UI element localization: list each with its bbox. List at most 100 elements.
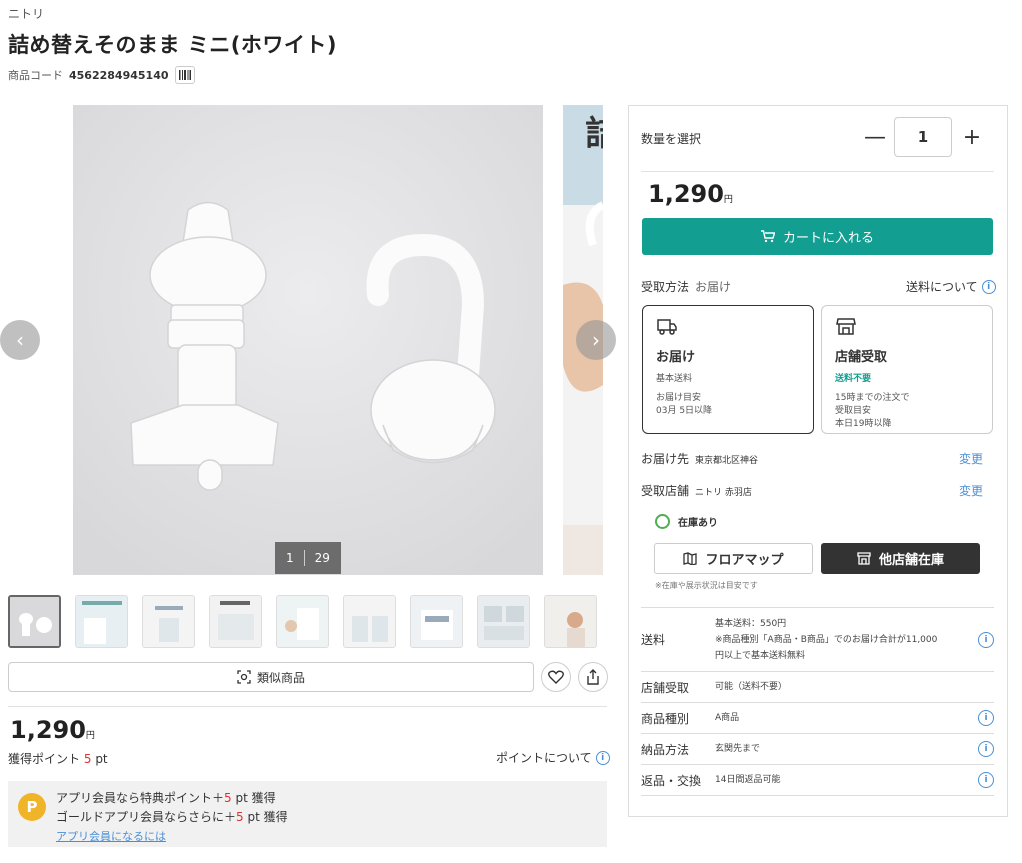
spec-value: 玄関先まで	[715, 744, 761, 754]
chevron-left-icon[interactable]: ‹	[0, 320, 40, 360]
thumbnail[interactable]	[343, 595, 396, 648]
change-destination-link[interactable]: 変更	[959, 450, 983, 467]
destination-row: お届け先 東京都北区神谷	[641, 450, 758, 467]
thumbnail[interactable]	[8, 595, 61, 648]
spec-key: 返品・交換	[641, 773, 702, 788]
svg-text:詰: 詰	[585, 114, 603, 154]
plus-button[interactable]: +	[962, 125, 982, 150]
floor-map-button[interactable]: フロアマップ	[654, 543, 813, 574]
pickup-line1: 15時までの注文で	[835, 393, 910, 403]
image-counter-current: 1	[286, 551, 294, 565]
spec-value: 円以上で基本送料無料	[715, 650, 806, 661]
divider	[641, 171, 994, 172]
info-icon: i	[981, 279, 996, 294]
stock-circle-icon	[655, 514, 670, 529]
spec-row-delivery-method: 納品方法 玄関先まで i	[641, 733, 994, 764]
price-value: 1,290	[10, 716, 86, 744]
app-line2-value: 5	[236, 810, 244, 824]
spec-row-shipping: 送料 基本送料：550円 ※商品種別「A商品・B商品」でのお届け合計が11,000…	[641, 607, 994, 671]
product-title: 詰め替えそのまま ミニ(ホワイト)	[8, 33, 338, 57]
quantity-label: 数量を選択	[641, 132, 702, 146]
destination-value: 東京都北区神谷	[695, 456, 759, 466]
spec-value: ※商品種別「A商品・B商品」でのお届け合計が11,000	[715, 634, 938, 645]
info-icon[interactable]: i	[978, 710, 994, 726]
points-unit: pt	[95, 752, 108, 766]
thumbnail[interactable]	[142, 595, 195, 648]
divider	[8, 706, 607, 707]
price: 1,290円	[10, 716, 95, 744]
receive-method-value: お届け	[695, 280, 732, 294]
thumbnail[interactable]	[410, 595, 463, 648]
info-icon[interactable]: i	[978, 631, 994, 648]
thumbnail[interactable]	[477, 595, 530, 648]
share-button[interactable]	[578, 662, 608, 692]
image-counter-total: 29	[314, 551, 330, 565]
store-pickup-option-card[interactable]: 店舗受取 送料不要 15時までの注文で 受取目安 本日19時以降	[821, 305, 993, 434]
thumbnail[interactable]	[276, 595, 329, 648]
quantity-input[interactable]: 1	[894, 117, 952, 157]
app-member-link[interactable]: アプリ会員になるには	[56, 830, 166, 843]
barcode-icon[interactable]	[174, 66, 195, 84]
brand-name: ニトリ	[8, 7, 45, 21]
thumbnail[interactable]	[209, 595, 262, 648]
panel-price-value: 1,290	[648, 180, 724, 208]
app-line2-prefix: ゴールドアプリ会員ならさらに＋	[56, 810, 237, 824]
points-info-label: ポイントについて	[496, 751, 592, 765]
spec-value: 可能（送料不要）	[715, 682, 788, 692]
favorite-button[interactable]	[541, 662, 571, 692]
app-member-box: P アプリ会員なら特典ポイント＋5 pt 獲得 ゴールドアプリ会員ならさらに＋5…	[8, 781, 607, 847]
stock-note: ※在庫や展示状況は目安です	[655, 581, 758, 590]
shipping-info-label: 送料について	[906, 280, 978, 294]
thumbnail[interactable]	[544, 595, 597, 648]
minus-button[interactable]: —	[864, 125, 886, 150]
shipping-info-link[interactable]: 送料について i	[906, 278, 996, 295]
app-line2-suffix: pt 獲得	[243, 810, 288, 824]
pickup-line3: 本日19時以降	[835, 419, 892, 429]
pickup-line2: 受取目安	[835, 406, 872, 416]
spec-key: 送料	[641, 633, 666, 647]
spec-row-store-pickup: 店舗受取 可能（送料不要）	[641, 671, 994, 702]
quantity-stepper: — 1 +	[864, 117, 982, 157]
spec-row-product-type: 商品種別 A商品 i	[641, 702, 994, 733]
map-icon	[683, 552, 698, 565]
change-store-link[interactable]: 変更	[959, 482, 983, 499]
delivery-option-card[interactable]: お届け 基本送料 お届け目安 03月 5日以降	[642, 305, 814, 434]
app-member-line: アプリ会員なら特典ポイント＋5 pt 獲得	[56, 789, 288, 808]
points-info-link[interactable]: ポイントについて i	[496, 749, 610, 766]
thumbnail-strip	[8, 595, 597, 648]
delivery-title: お届け	[656, 350, 696, 365]
store-icon	[857, 552, 871, 565]
panel-price-unit: 円	[723, 195, 733, 205]
pickup-store-row: 受取店舗 ニトリ 赤羽店	[641, 482, 752, 499]
price-unit: 円	[85, 731, 95, 741]
panel-price: 1,290円	[648, 180, 733, 208]
app-line1-prefix: アプリ会員なら特典ポイント＋	[56, 791, 225, 805]
spec-value: A商品	[715, 713, 740, 723]
product-code-row: 商品コード 4562284945140	[8, 66, 195, 84]
main-product-image[interactable]	[73, 105, 543, 575]
other-store-stock-label: 他店舗在庫	[878, 553, 944, 568]
delivery-eta-label: お届け目安	[656, 393, 702, 403]
delivery-fee: 基本送料	[656, 374, 693, 384]
info-icon: i	[595, 750, 610, 765]
spec-key: 納品方法	[641, 742, 690, 757]
destination-label: お届け先	[641, 452, 690, 466]
store-icon	[836, 318, 856, 335]
spec-row-returns: 返品・交換 14日間返品可能 i	[641, 764, 994, 796]
gold-member-line: ゴールドアプリ会員ならさらに＋5 pt 獲得	[56, 808, 288, 827]
chevron-right-icon[interactable]: ›	[576, 320, 616, 360]
info-icon[interactable]: i	[978, 772, 994, 788]
pickup-store-value: ニトリ 赤羽店	[695, 488, 752, 498]
delivery-eta: 03月 5日以降	[656, 406, 713, 416]
heart-icon	[548, 670, 564, 684]
spec-key: 商品種別	[641, 711, 690, 726]
pickup-store-label: 受取店舗	[641, 484, 690, 498]
info-icon[interactable]: i	[978, 741, 994, 757]
add-to-cart-button[interactable]: カートに入れる	[642, 218, 993, 255]
stock-label: 在庫あり	[678, 518, 718, 529]
receive-method-label: 受取方法	[641, 280, 690, 294]
similar-products-button[interactable]: 類似商品	[8, 662, 534, 692]
other-store-stock-button[interactable]: 他店舗在庫	[821, 543, 980, 574]
thumbnail[interactable]	[75, 595, 128, 648]
spec-value: 14日間返品可能	[715, 775, 781, 785]
